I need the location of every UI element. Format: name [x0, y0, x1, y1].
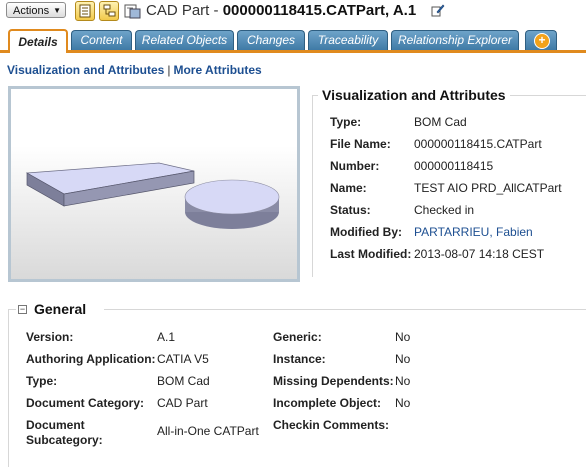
tab-traceability[interactable]: Traceability [308, 30, 388, 50]
page-title: CAD Part - 000000118415.CATPart, A.1 [146, 2, 417, 19]
edit-pencil-icon[interactable] [431, 3, 445, 17]
chevron-down-icon: ▼ [53, 6, 61, 15]
tab-related-objects[interactable]: Related Objects [135, 30, 234, 50]
tab-underline [0, 50, 586, 53]
tab-related-objects-label: Related Objects [141, 33, 228, 47]
add-tab-button[interactable]: + [525, 30, 557, 50]
attributes-title: Visualization and Attributes [318, 87, 510, 103]
general-title: General [34, 301, 87, 317]
general-type-value: BOM Cad [157, 374, 210, 388]
attr-number-label: Number: [330, 159, 380, 173]
tab-content-label: Content [80, 33, 123, 47]
general-type-label: Type: [26, 374, 58, 388]
attr-status-label: Status: [330, 203, 371, 217]
attributes-fieldset-left-border [312, 95, 313, 277]
add-tab-icon: + [534, 33, 550, 49]
link-separator: | [167, 63, 171, 77]
tab-content[interactable]: Content [71, 30, 132, 50]
tab-changes-label: Changes [246, 33, 296, 47]
attr-modified-by-label: Modified By: [330, 225, 402, 239]
visualization-link[interactable]: Visualization and Attributes [7, 63, 164, 77]
general-authoring-app-value: CATIA V5 [157, 352, 209, 366]
general-doc-subcategory-label-line2: Subcategory: [26, 433, 103, 447]
general-authoring-app-label: Authoring Application: [26, 352, 156, 366]
attr-name-value: TEST AIO PRD_AllCATPart [414, 181, 562, 195]
info-page-icon [79, 4, 91, 18]
more-attributes-link[interactable]: More Attributes [173, 63, 261, 77]
general-checkin-comments-label: Checkin Comments: [273, 418, 390, 432]
tab-relationship-explorer[interactable]: Relationship Explorer [391, 30, 519, 50]
cad-thumbnail-viewer[interactable] [8, 86, 300, 282]
tab-changes[interactable]: Changes [237, 30, 305, 50]
attr-filename-value: 000000118415.CATPart [414, 137, 542, 151]
general-doc-category-value: CAD Part [157, 396, 208, 410]
tab-details-label: Details [18, 35, 58, 49]
attr-number-value: 000000118415 [414, 159, 494, 173]
general-header[interactable]: − General [16, 301, 104, 319]
general-generic-value: No [395, 330, 411, 344]
general-generic-label: Generic: [273, 330, 322, 344]
actions-label: Actions [13, 5, 50, 17]
general-version-label: Version: [26, 330, 74, 344]
general-instance-label: Instance: [273, 352, 326, 366]
actions-menu-button[interactable]: Actions ▼ [6, 2, 66, 18]
attr-filename-label: File Name: [330, 137, 391, 151]
attr-name-label: Name: [330, 181, 367, 195]
general-doc-subcategory-label-line1: Document [26, 418, 85, 432]
section-links: Visualization and Attributes | More Attrib… [7, 63, 262, 77]
tab-relationship-explorer-label: Relationship Explorer [397, 33, 513, 47]
general-doc-category-label: Document Category: [26, 396, 145, 410]
general-missing-dependents-value: No [395, 374, 411, 388]
general-doc-subcategory-value: All-in-One CATPart [157, 424, 259, 438]
structure-button[interactable] [99, 1, 119, 21]
attr-type-label: Type: [330, 115, 362, 129]
general-instance-value: No [395, 352, 411, 366]
tab-details[interactable]: Details [8, 29, 68, 53]
attr-last-modified-value: 2013-08-07 14:18 CEST [414, 247, 545, 261]
structure-icon [103, 4, 116, 17]
general-version-value: A.1 [157, 330, 176, 344]
collapse-icon[interactable]: − [18, 305, 27, 314]
object-name: 000000118415.CATPart, A.1 [222, 2, 417, 19]
info-page-button[interactable] [75, 1, 95, 21]
general-incomplete-object-value: No [395, 396, 411, 410]
cad-part-thumbnail [25, 162, 280, 229]
tab-traceability-label: Traceability [317, 33, 379, 47]
attr-last-modified-label: Last Modified: [330, 247, 412, 261]
cad-part-icon [124, 4, 141, 19]
object-type: CAD Part [146, 2, 210, 19]
attr-type-value: BOM Cad [414, 115, 467, 129]
general-fieldset-left-border [8, 309, 9, 467]
general-missing-dependents-label: Missing Dependents: [273, 374, 394, 388]
general-incomplete-object-label: Incomplete Object: [273, 396, 382, 410]
attr-modified-by-link[interactable]: PARTARRIEU, Fabien [414, 225, 533, 239]
attr-status-value: Checked in [414, 203, 475, 217]
